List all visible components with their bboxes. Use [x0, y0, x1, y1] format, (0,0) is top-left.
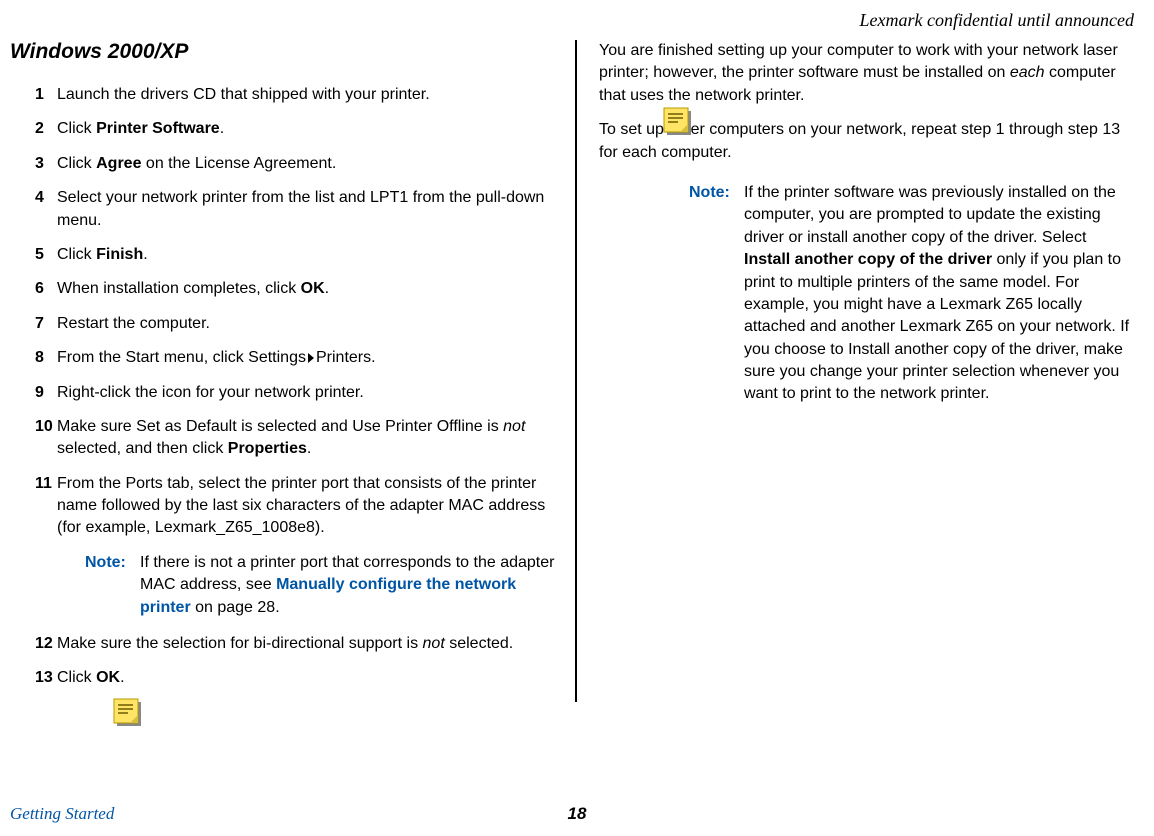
- step-num: 5: [35, 244, 57, 266]
- text-part: on the License Agreement.: [141, 155, 336, 172]
- text-part: on page 28.: [191, 599, 280, 616]
- italic-text: not: [423, 635, 445, 652]
- step-num: 7: [35, 313, 57, 335]
- text-part: Click: [57, 155, 96, 172]
- left-column: Windows 2000/XP 1 Launch the drivers CD …: [10, 40, 575, 702]
- step-11: 11 From the Ports tab, select the printe…: [35, 473, 560, 540]
- italic-text: each: [1010, 64, 1045, 81]
- step-9: 9 Right-click the icon for your network …: [35, 382, 560, 404]
- paragraph: You are finished setting up your compute…: [599, 40, 1130, 107]
- section-heading: Windows 2000/XP: [10, 40, 560, 64]
- step-text: Click Agree on the License Agreement.: [57, 153, 560, 175]
- step-num: 8: [35, 347, 57, 369]
- page-number: 18: [568, 804, 587, 824]
- step-text: Click OK.: [57, 667, 560, 689]
- step-text: Click Printer Software.: [57, 118, 560, 140]
- bold-text: Finish: [96, 246, 143, 263]
- step-num: 1: [35, 84, 57, 106]
- step-text: From the Start menu, click Settings Print…: [57, 347, 560, 369]
- text-part: Click: [57, 669, 96, 686]
- step-2: 2 Click Printer Software.: [35, 118, 560, 140]
- step-text: Right-click the icon for your network pr…: [57, 382, 560, 404]
- step-7: 7 Restart the computer.: [35, 313, 560, 335]
- step-4: 4 Select your network printer from the l…: [35, 187, 560, 232]
- footer: Getting Started 18: [10, 804, 1144, 824]
- step-13: 13 Click OK.: [35, 667, 560, 689]
- step-1: 1 Launch the drivers CD that shipped wit…: [35, 84, 560, 106]
- arrow-icon: [308, 353, 314, 363]
- note-label: Note:: [85, 552, 140, 619]
- step-num: 4: [35, 187, 57, 232]
- note-block: Note: If there is not a printer port tha…: [85, 552, 560, 619]
- step-6: 6 When installation completes, click OK.: [35, 278, 560, 300]
- footer-left: Getting Started: [10, 804, 114, 824]
- text-part: Printers.: [316, 349, 376, 366]
- step-num: 2: [35, 118, 57, 140]
- step-5: 5 Click Finish.: [35, 244, 560, 266]
- bold-text: OK: [96, 669, 120, 686]
- step-num: 9: [35, 382, 57, 404]
- note-text: If the printer software was previously i…: [744, 182, 1130, 406]
- text-part: only if you plan to print to multiple pr…: [744, 251, 1129, 402]
- sticky-note-icon[interactable]: [663, 107, 693, 137]
- step-8: 8 From the Start menu, click Settings Pri…: [35, 347, 560, 369]
- content-columns: Windows 2000/XP 1 Launch the drivers CD …: [10, 40, 1144, 702]
- step-num: 6: [35, 278, 57, 300]
- step-12: 12 Make sure the selection for bi-direct…: [35, 633, 560, 655]
- text-part: .: [325, 280, 329, 297]
- step-10: 10 Make sure Set as Default is selected …: [35, 416, 560, 461]
- step-text: Make sure the selection for bi-direction…: [57, 633, 560, 655]
- sticky-note-icon[interactable]: [113, 698, 143, 728]
- step-3: 3 Click Agree on the License Agreement.: [35, 153, 560, 175]
- note-label: Note:: [689, 182, 744, 406]
- italic-text: not: [503, 418, 525, 435]
- step-num: 13: [35, 667, 57, 689]
- text-part: .: [143, 246, 147, 263]
- note-block: Note: If the printer software was previo…: [689, 182, 1130, 406]
- step-text: Launch the drivers CD that shipped with …: [57, 84, 560, 106]
- text-part: .: [220, 120, 224, 137]
- bold-text: Properties: [228, 440, 307, 457]
- step-text: Select your network printer from the lis…: [57, 187, 560, 232]
- step-text: Click Finish.: [57, 244, 560, 266]
- text-part: Click: [57, 120, 96, 137]
- text-part: If the printer software was previously i…: [744, 184, 1116, 246]
- text-part: .: [120, 669, 124, 686]
- step-text: From the Ports tab, select the printer p…: [57, 473, 560, 540]
- step-text: Restart the computer.: [57, 313, 560, 335]
- bold-text: OK: [301, 280, 325, 297]
- text-part: When installation completes, click: [57, 280, 301, 297]
- note-text: If there is not a printer port that corr…: [140, 552, 560, 619]
- bold-text: Install another copy of the driver: [744, 251, 992, 268]
- text-part: Click: [57, 246, 96, 263]
- step-num: 3: [35, 153, 57, 175]
- text-part: selected, and then click: [57, 440, 228, 457]
- text-part: Make sure Set as Default is selected and…: [57, 418, 503, 435]
- bold-text: Agree: [96, 155, 141, 172]
- step-text: Make sure Set as Default is selected and…: [57, 416, 560, 461]
- step-num: 11: [35, 473, 57, 540]
- text-part: Make sure the selection for bi-direction…: [57, 635, 423, 652]
- bold-text: Printer Software: [96, 120, 220, 137]
- right-column: You are finished setting up your compute…: [575, 40, 1130, 702]
- text-part: selected.: [445, 635, 513, 652]
- confidential-header: Lexmark confidential until announced: [860, 10, 1134, 31]
- text-part: .: [307, 440, 311, 457]
- step-num: 12: [35, 633, 57, 655]
- step-text: When installation completes, click OK.: [57, 278, 560, 300]
- steps-list: 1 Launch the drivers CD that shipped wit…: [35, 84, 560, 690]
- text-part: From the Start menu, click Settings: [57, 349, 306, 366]
- step-num: 10: [35, 416, 57, 461]
